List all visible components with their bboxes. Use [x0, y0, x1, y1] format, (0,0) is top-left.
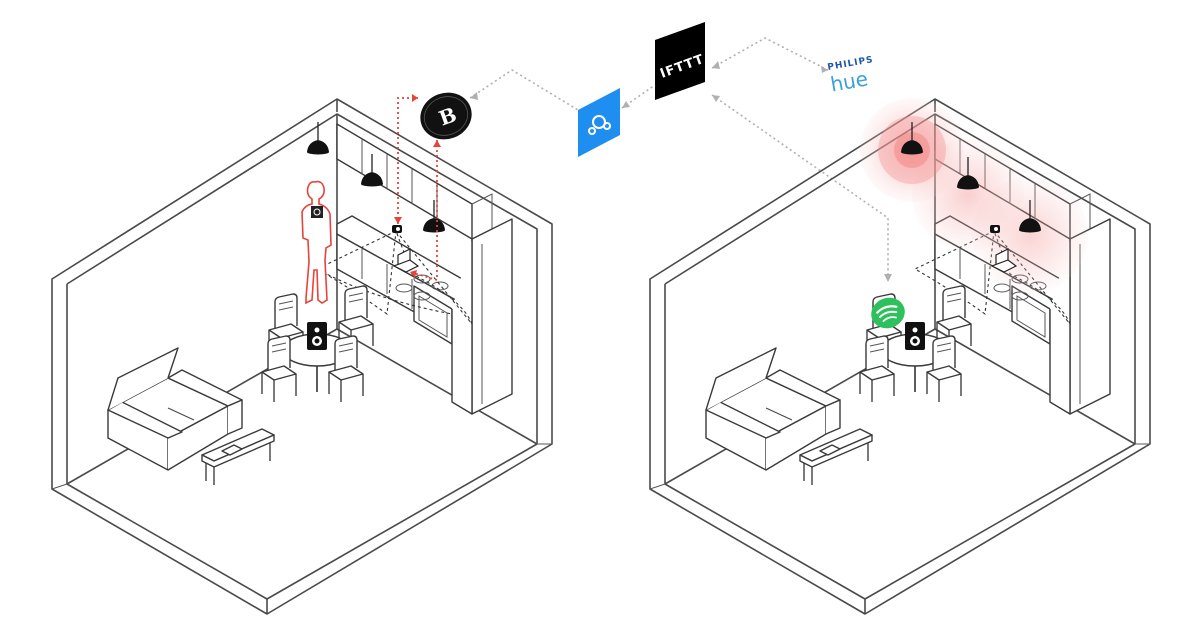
smart-home-diagram: B IFTTT PHILIPS hue [0, 0, 1200, 635]
diagram-svg: B IFTTT PHILIPS hue [51, 22, 1151, 615]
speaker-icon [307, 322, 327, 350]
speaker-icon-right [905, 322, 925, 350]
philips-hue-logo: PHILIPS hue [827, 55, 875, 97]
pendant-lamp-1 [306, 121, 330, 156]
hue-label: hue [829, 66, 870, 96]
ifttt-logo: IFTTT [655, 22, 707, 100]
webhooks-logo [578, 88, 620, 157]
person-detected [301, 180, 332, 305]
kitchen-camera-right [990, 225, 1000, 233]
kitchen-camera [392, 225, 402, 233]
b-camera-service-logo: B [420, 92, 472, 140]
